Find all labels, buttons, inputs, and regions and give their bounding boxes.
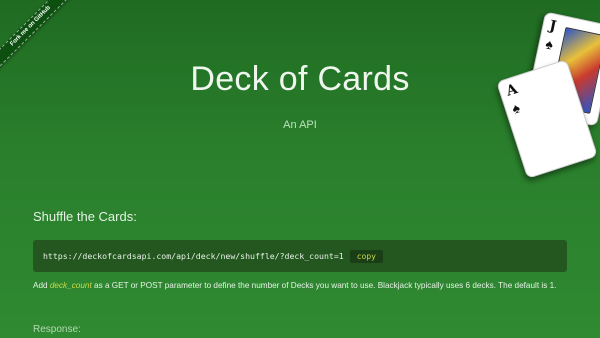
page-subtitle: An API [283, 119, 317, 131]
shuffle-section-title: Shuffle the Cards: [33, 209, 137, 224]
copy-button[interactable]: copy [349, 249, 383, 263]
desc-suffix: as a GET or POST parameter to define the… [94, 281, 557, 290]
shuffle-description: Add deck_count as a GET or POST paramete… [33, 279, 573, 292]
hero-section: Deck of Cards An API [0, 60, 600, 131]
response-label: Response: [33, 324, 81, 335]
spade-icon: ♠ [544, 35, 555, 53]
page-title: Deck of Cards [190, 60, 410, 98]
card-rank: J [547, 17, 558, 35]
code-block: https://deckofcardsapi.com/api/deck/new/… [33, 240, 567, 272]
desc-prefix: Add [33, 281, 48, 290]
param-name: deck_count [49, 281, 92, 290]
api-url: https://deckofcardsapi.com/api/deck/new/… [43, 251, 344, 261]
